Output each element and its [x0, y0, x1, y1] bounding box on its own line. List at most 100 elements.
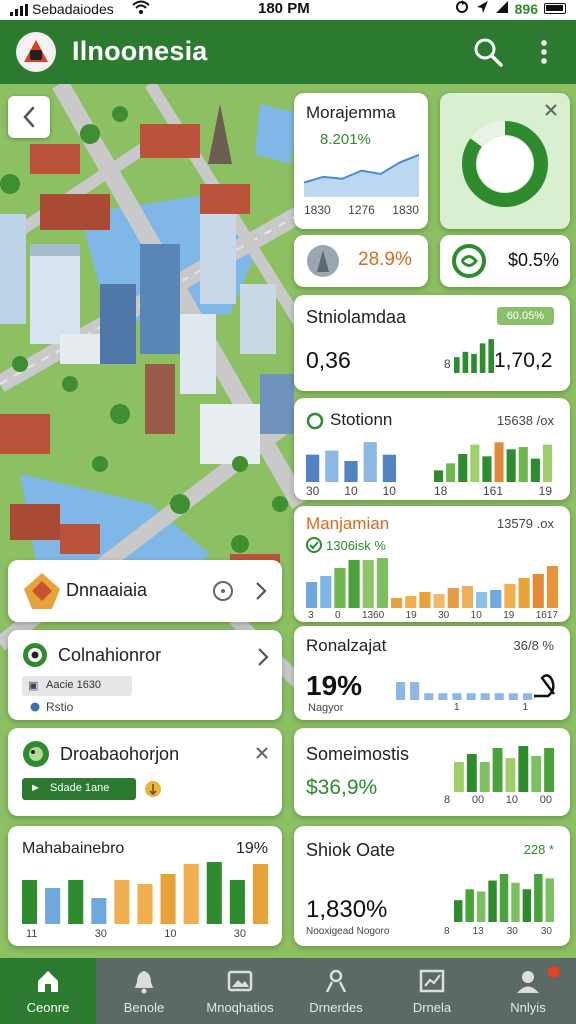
chart-bar	[461, 586, 473, 608]
card-title: Someimostis	[306, 744, 410, 764]
battery-percent: 896	[514, 0, 538, 17]
chart-bar	[433, 594, 445, 608]
chart-bar	[396, 682, 406, 700]
tick-label: 30	[506, 926, 518, 937]
info-circle-icon[interactable]	[212, 580, 234, 602]
card-stat-b[interactable]: $0.5%	[440, 235, 570, 287]
stat-value: $0.5%	[508, 250, 560, 270]
chart-bar	[438, 693, 448, 700]
status-dot-icon	[30, 702, 40, 712]
bar-chart	[22, 862, 268, 924]
tick-label: 30	[306, 484, 320, 498]
chevron-right-icon[interactable]	[254, 580, 268, 602]
close-icon[interactable]	[254, 745, 270, 761]
chart-bar	[446, 463, 456, 482]
card-morajemma[interactable]: Morajemma 8.201% 1830 1276 1830	[294, 93, 428, 229]
chart-bar	[494, 442, 504, 482]
tick-label: 3	[308, 610, 314, 621]
card-stotionn[interactable]: Stotionn 15638 /ox 30 10 10 18 161 19	[294, 398, 570, 500]
card-title: Ronalzajat	[306, 636, 387, 655]
wifi-icon	[132, 0, 150, 17]
card-ronalzajat[interactable]: Ronalzajat 36/8 % 19% Nagyor 1 1	[294, 626, 570, 720]
chart-bar	[160, 874, 176, 924]
chart-bar	[410, 682, 420, 700]
chart-bar	[511, 882, 520, 922]
chart-bar	[462, 351, 469, 373]
tick-label: 10	[470, 610, 482, 621]
chart-bar	[91, 898, 107, 924]
tick-label: 19	[503, 610, 515, 621]
chart-bar	[532, 574, 544, 608]
tick-label: 10	[344, 484, 358, 498]
card-subtitle: Nagyor	[308, 702, 344, 714]
back-button[interactable]	[8, 96, 50, 138]
nav-item-nnlyis[interactable]: Nnlyis	[480, 958, 576, 1024]
card-stniolamdaa[interactable]: Stniolamdaa 60.05% 0,36 8 1,70,2	[294, 295, 570, 391]
card-value-right: 19%	[235, 840, 268, 857]
chart-ticks: 11 30 10 30	[26, 928, 246, 940]
coin-icon	[145, 781, 161, 797]
tag-chip[interactable]: ▣ Aacie 1630	[22, 676, 132, 696]
tick-label: 1360	[361, 610, 385, 621]
card-manjamian[interactable]: Manjamian 13579 .ox 1306isk % 3 0 1360 1…	[294, 506, 570, 622]
chart-bar	[306, 582, 318, 608]
tag-icon: ▣	[28, 680, 39, 692]
card-donut[interactable]	[440, 93, 570, 229]
status-right: 896	[455, 0, 566, 17]
nav-item-ceonre[interactable]: Ceonre	[0, 958, 96, 1024]
bar-chart	[454, 746, 554, 792]
chart-bar	[114, 880, 130, 924]
bar-chart	[454, 874, 554, 922]
chart-bar	[229, 880, 245, 924]
chart-bar	[522, 693, 532, 700]
stat-value: 28.9%	[358, 249, 412, 270]
chart-bar	[545, 878, 554, 922]
signal-strength-icon	[495, 0, 509, 17]
card-title: Manjamian	[306, 514, 390, 533]
nav-item-benole[interactable]: Benole	[96, 958, 192, 1024]
chart-bar	[488, 880, 497, 922]
search-icon[interactable]	[472, 36, 504, 68]
nav-item-drnerdes[interactable]: Drnerdes	[288, 958, 384, 1024]
tick-label: 8	[444, 926, 450, 937]
tick-label: 11	[26, 928, 38, 940]
action-button[interactable]: ► Sdade 1ane	[22, 778, 136, 800]
card-someimostis[interactable]: Someimostis $36,9% 8 00 10 00	[294, 728, 570, 816]
nav-item-drnela[interactable]: Drnela	[384, 958, 480, 1024]
card-subtitle: Rstio	[46, 700, 74, 714]
tick-label: 30	[233, 928, 246, 940]
bar-chart-right	[434, 442, 552, 482]
chart-ticks: 1830 1276 1830	[304, 203, 419, 217]
nav-label: Drnela	[412, 1000, 452, 1015]
status-bar: Sebadaiodes 180 PM 896	[0, 0, 576, 20]
chart-bar	[482, 456, 492, 482]
nav-item-mnoqhatios[interactable]: Mnoqhatios	[192, 958, 288, 1024]
app-title: Ilnoonesia	[72, 36, 208, 66]
card-value-right: 36/8 %	[513, 638, 554, 653]
chart-bar	[518, 578, 530, 608]
tick-label: 161	[482, 484, 504, 498]
more-vert-icon[interactable]	[532, 36, 556, 68]
chart-bar	[518, 447, 528, 482]
chart-bar	[490, 590, 502, 608]
card-shiok-oate[interactable]: Shiok Oate 228 * 1,830% Nooxigead Nogoro…	[294, 826, 570, 946]
chart-bar	[504, 584, 516, 608]
card-colnahionror[interactable]: Colnahionror ▣ Aacie 1630 Rstio	[8, 630, 282, 720]
chevron-right-icon[interactable]	[256, 646, 270, 668]
area-chart	[304, 153, 419, 197]
card-stat-a[interactable]: 28.9%	[294, 235, 428, 287]
chart-bar	[466, 693, 476, 700]
chart-bar	[508, 693, 518, 700]
chart-bar	[376, 558, 388, 608]
close-icon[interactable]	[542, 101, 560, 119]
card-mahabainebro[interactable]: Mahabainebro 19% 11 30 10 30	[8, 826, 282, 946]
donut-chart	[462, 121, 548, 207]
card-droabaohorjon[interactable]: Droabaohorjon ► Sdade 1ane	[8, 728, 282, 816]
card-value: 0,36	[306, 347, 351, 373]
chart-bar	[492, 748, 503, 792]
app-logo-icon[interactable]	[16, 32, 56, 72]
tick-label: 18	[434, 484, 448, 498]
card-dnnaaiaia[interactable]: Dnnaaiaia	[8, 560, 282, 622]
chart-bar	[325, 450, 339, 482]
trend-arrow-icon	[534, 674, 555, 698]
